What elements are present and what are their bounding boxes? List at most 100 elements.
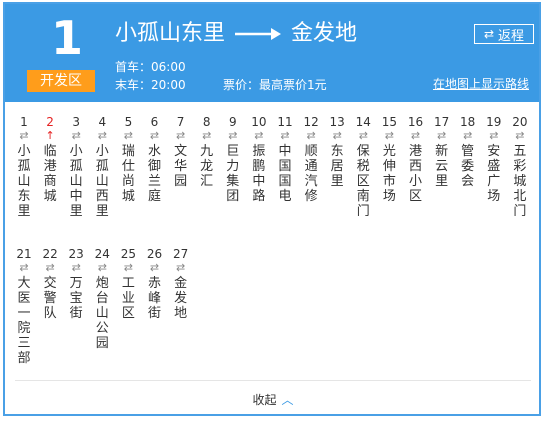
stop-item[interactable]: 23 ⇄ 万宝街 <box>63 246 89 321</box>
stop-item[interactable]: 25 ⇄ 工业区 <box>115 246 141 321</box>
stop-item[interactable]: 7 ⇄ 文华园 <box>168 114 194 189</box>
stop-item[interactable]: 3 ⇄ 小孤山中里 <box>63 114 89 219</box>
collapse-label: 收起 <box>252 393 277 407</box>
stop-number: 2 <box>46 115 54 129</box>
stop-name: 中国国电 <box>278 144 292 204</box>
bidirectional-arrow-icon: ⇄ <box>71 129 81 142</box>
stop-name: 振鹏中路 <box>252 144 266 204</box>
stop-name: 小孤山中里 <box>69 144 83 219</box>
stop-number: 26 <box>146 247 163 261</box>
stop-item[interactable]: 1 ⇄ 小孤山东里 <box>11 114 37 219</box>
zone-badge: 开发区 <box>27 70 95 92</box>
stop-number: 17 <box>433 115 450 129</box>
bidirectional-arrow-icon: ⇄ <box>306 129 316 142</box>
collapse-button[interactable]: 收起 ︿ <box>252 391 293 408</box>
stop-number: 11 <box>277 115 293 129</box>
current-bus-arrow-icon: ↑ <box>45 129 55 142</box>
stop-name: 管委会 <box>461 144 475 189</box>
stop-number: 1 <box>20 115 28 129</box>
stop-item[interactable]: 16 ⇄ 港西小区 <box>403 114 429 204</box>
stop-item[interactable]: 10 ⇄ 振鹏中路 <box>246 114 272 204</box>
stop-item[interactable]: 21 ⇄ 大医一院三部 <box>11 246 37 366</box>
stop-item[interactable]: 6 ⇄ 水御兰庭 <box>142 114 168 204</box>
stop-name: 东居里 <box>330 144 344 189</box>
stop-number: 5 <box>124 115 133 129</box>
stop-item[interactable]: 27 ⇄ 金发地 <box>168 246 194 321</box>
stop-item[interactable]: 20 ⇄ 五彩城北门 <box>507 114 533 219</box>
stop-number: 10 <box>251 115 267 129</box>
bidirectional-arrow-icon: ⇄ <box>97 129 107 142</box>
stop-name: 工业区 <box>121 276 135 321</box>
stop-number: 14 <box>355 115 371 129</box>
stop-number: 6 <box>150 115 159 129</box>
stop-number: 9 <box>228 115 237 129</box>
bidirectional-arrow-icon: ⇄ <box>228 129 238 142</box>
stop-name: 大医一院三部 <box>17 276 31 366</box>
bidirectional-arrow-icon: ⇄ <box>515 129 525 142</box>
stop-name: 交警队 <box>43 276 57 321</box>
stop-number: 25 <box>120 247 137 261</box>
stop-item[interactable]: 5 ⇄ 瑞仕尚城 <box>115 114 141 204</box>
stop-item[interactable]: 11 ⇄ 中国国电 <box>272 114 298 204</box>
stop-name: 赤峰街 <box>147 276 161 321</box>
stop-number: 18 <box>460 115 476 129</box>
stop-number: 27 <box>172 247 189 261</box>
bidirectional-arrow-icon: ⇄ <box>384 129 394 142</box>
destination-stop: 金发地 <box>291 21 358 46</box>
stop-name: 炮台山公园 <box>95 276 109 351</box>
direction-arrow-icon <box>235 28 282 40</box>
stop-number: 4 <box>98 115 107 129</box>
stop-item[interactable]: 2 ↑ 临港商城 <box>37 114 63 204</box>
origin-stop: 小孤山东里 <box>115 21 226 46</box>
bidirectional-arrow-icon: ⇄ <box>123 129 133 142</box>
route-header: 1 开发区 小孤山东里 金发地 ⇄ 返程 首车：06:00 末车：20:00 票… <box>5 4 539 102</box>
stop-number: 13 <box>329 115 345 129</box>
stop-item[interactable]: 18 ⇄ 管委会 <box>455 114 481 189</box>
stop-number: 16 <box>407 115 424 129</box>
stop-item[interactable]: 12 ⇄ 顺通汽修 <box>298 114 324 204</box>
stop-item[interactable]: 17 ⇄ 新云里 <box>429 114 455 189</box>
bidirectional-arrow-icon: ⇄ <box>358 129 368 142</box>
bidirectional-arrow-icon: ⇄ <box>175 261 186 274</box>
last-bus-time: 末车：20:00 <box>115 78 186 92</box>
first-bus-time: 首车：06:00 <box>115 60 186 74</box>
stop-item[interactable]: 26 ⇄ 赤峰街 <box>142 246 168 321</box>
stop-name: 万宝街 <box>69 276 83 321</box>
show-route-on-map-link[interactable]: 在地图上显示路线 <box>433 75 529 92</box>
stop-name: 光伸市场 <box>382 144 396 204</box>
stop-item[interactable]: 13 ⇄ 东居里 <box>324 114 350 189</box>
stop-name: 小孤山西里 <box>95 144 109 219</box>
stop-number: 8 <box>202 115 211 129</box>
stop-item[interactable]: 15 ⇄ 光伸市场 <box>376 114 402 204</box>
stop-name: 瑞仕尚城 <box>121 144 135 204</box>
stop-name: 港西小区 <box>408 144 422 204</box>
bidirectional-arrow-icon: ⇄ <box>254 129 264 142</box>
bidirectional-arrow-icon: ⇄ <box>149 129 160 142</box>
fare-info: 票价：最高票价1元 <box>223 78 327 92</box>
stop-item[interactable]: 22 ⇄ 交警队 <box>37 246 63 321</box>
stop-item[interactable]: 24 ⇄ 炮台山公园 <box>89 246 115 351</box>
bidirectional-arrow-icon: ⇄ <box>202 129 212 142</box>
bidirectional-arrow-icon: ⇄ <box>280 129 290 142</box>
stop-number: 19 <box>486 115 502 129</box>
bidirectional-arrow-icon: ⇄ <box>123 261 133 274</box>
stop-number: 15 <box>381 115 398 129</box>
stop-name: 临港商城 <box>43 144 57 204</box>
stop-item[interactable]: 19 ⇄ 安盛广场 <box>481 114 507 204</box>
stop-item[interactable]: 9 ⇄ 巨力集团 <box>220 114 246 204</box>
bidirectional-arrow-icon: ⇄ <box>45 261 55 274</box>
reverse-label: 返程 <box>498 28 525 44</box>
bidirectional-arrow-icon: ⇄ <box>436 129 447 142</box>
chevron-up-icon: ︿ <box>281 393 294 407</box>
stop-item[interactable]: 14 ⇄ 保税区南门 <box>350 114 376 219</box>
stop-item[interactable]: 8 ⇄ 九龙汇 <box>194 114 220 189</box>
stop-name: 文华园 <box>174 144 188 189</box>
swap-icon: ⇄ <box>483 27 495 41</box>
stop-number: 7 <box>176 115 185 129</box>
stop-number: 24 <box>94 247 110 261</box>
route-title: 小孤山东里 金发地 <box>115 17 357 51</box>
reverse-button[interactable]: ⇄ 返程 <box>474 24 534 44</box>
stop-name: 安盛广场 <box>487 144 501 204</box>
stop-item[interactable]: 4 ⇄ 小孤山西里 <box>89 114 115 219</box>
bidirectional-arrow-icon: ⇄ <box>97 261 107 274</box>
